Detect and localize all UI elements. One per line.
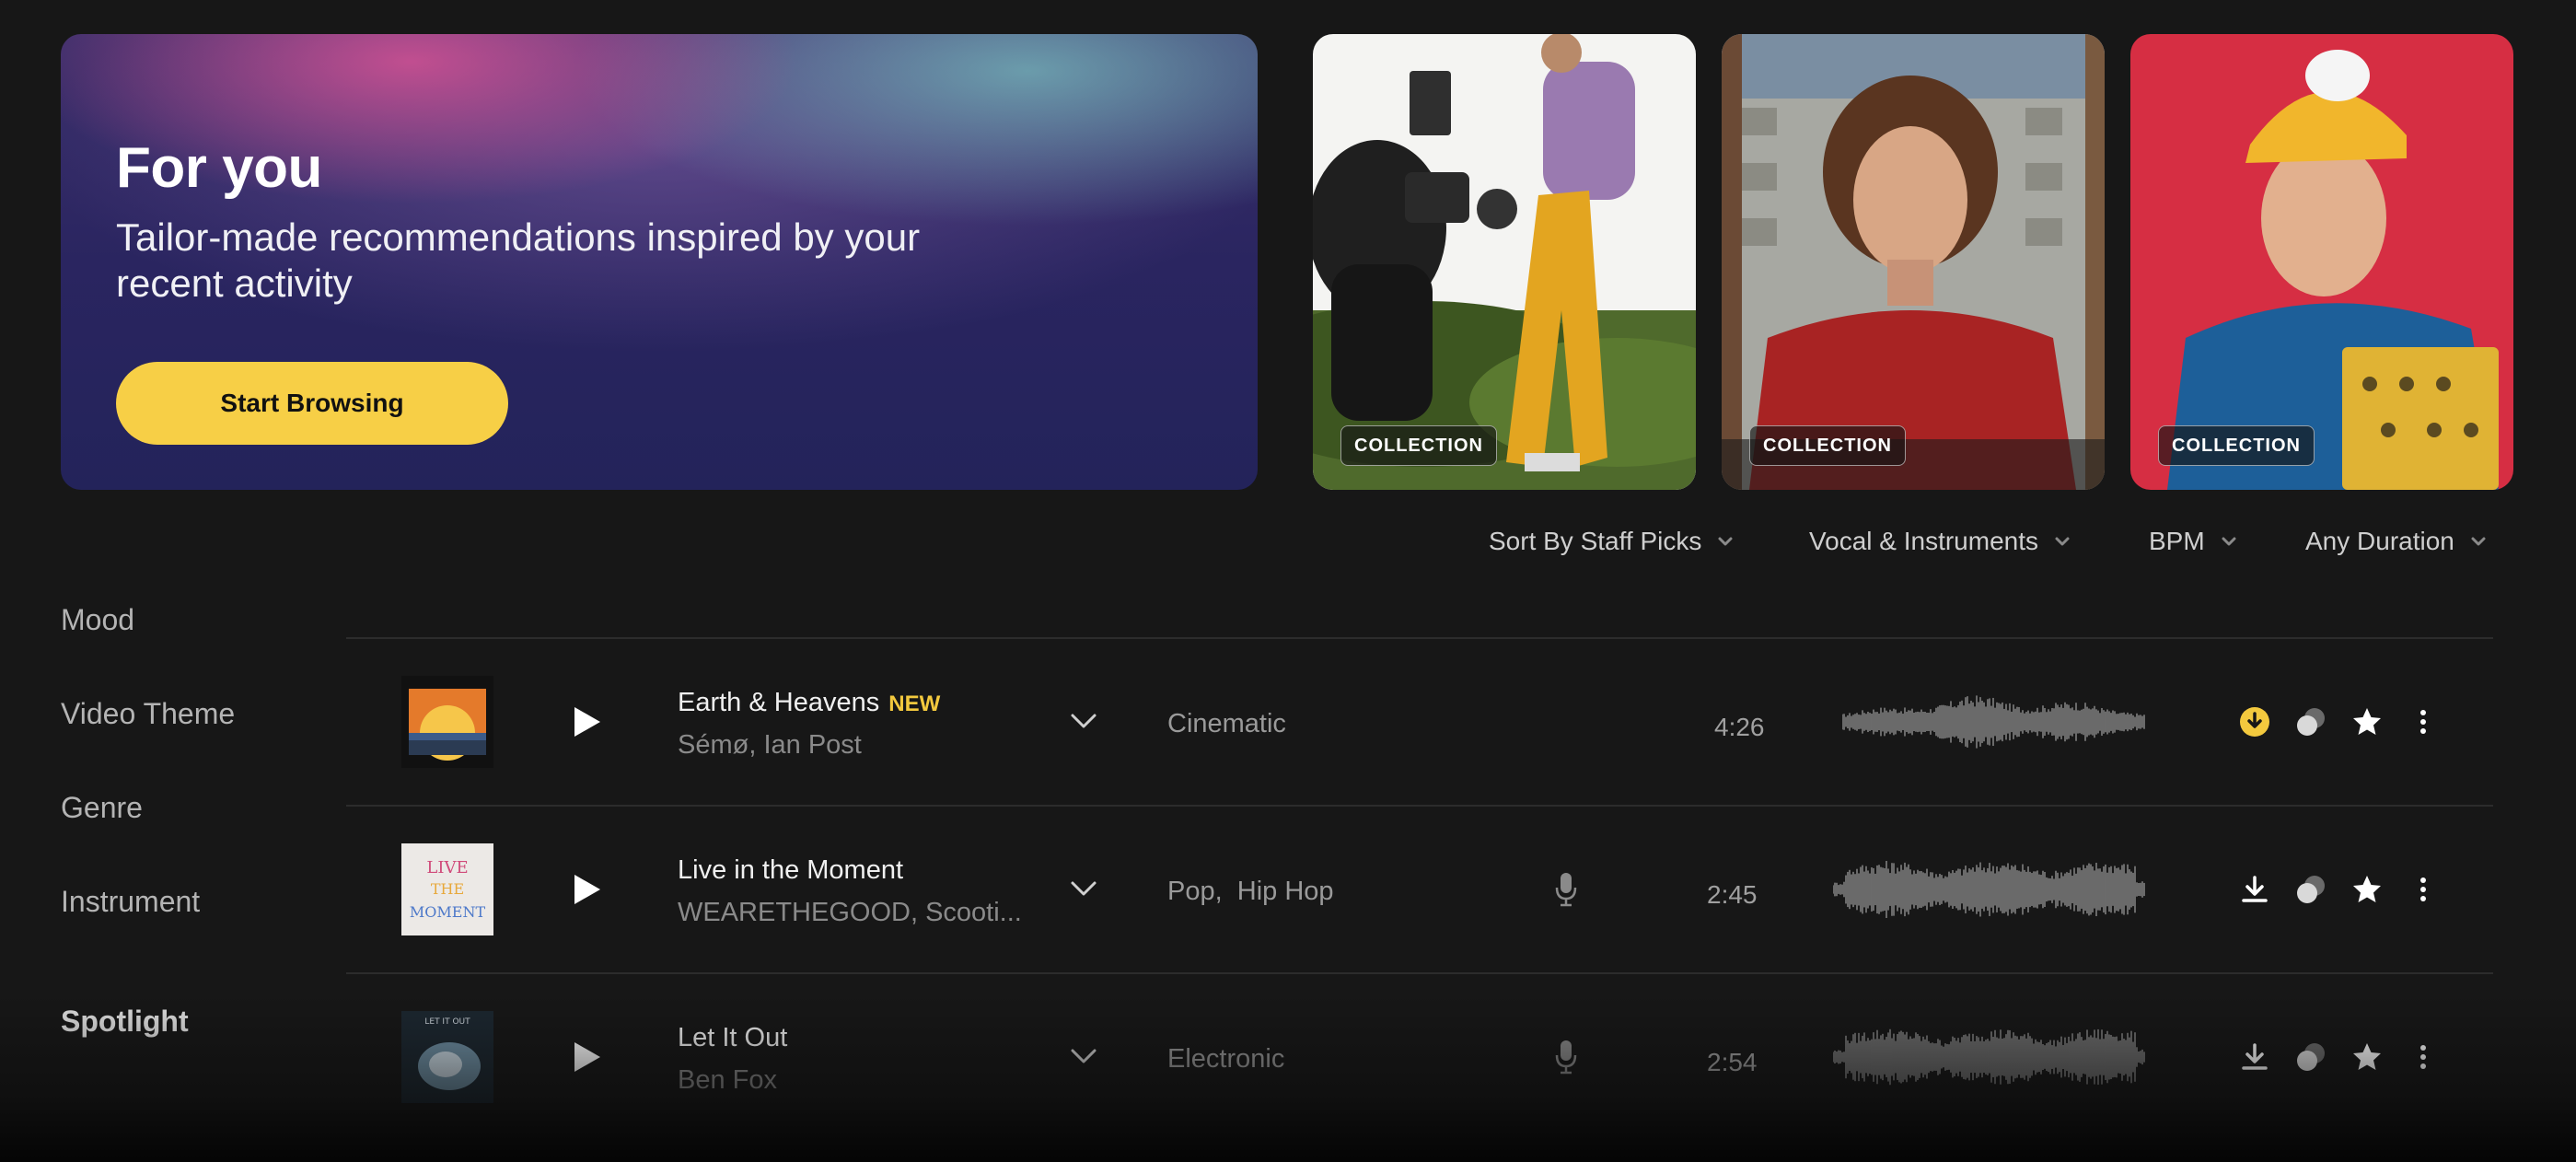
collection-card-1[interactable]: COLLECTION (1313, 34, 1696, 490)
similar-tracks-icon[interactable] (2294, 705, 2327, 738)
play-icon[interactable] (567, 703, 604, 740)
play-icon[interactable] (567, 1039, 604, 1075)
download-icon[interactable] (2238, 873, 2271, 906)
track-duration: 4:26 (1714, 713, 1765, 741)
collection-image-1 (1313, 34, 1696, 490)
new-badge: NEW (888, 691, 941, 716)
more-options-icon[interactable] (2407, 1040, 2440, 1074)
downloaded-icon[interactable] (2238, 705, 2271, 738)
collection-badge: COLLECTION (1340, 425, 1497, 466)
waveform[interactable] (1842, 690, 2146, 754)
track-genres[interactable]: Electronic (1167, 1044, 1284, 1075)
track-duration: 2:45 (1707, 880, 1758, 909)
vocal-instruments-dropdown[interactable]: Vocal & Instruments (1809, 521, 2071, 562)
more-options-icon[interactable] (2407, 705, 2440, 738)
track-genres[interactable]: Pop, Hip Hop (1167, 877, 1334, 907)
hero-title: For you (116, 136, 322, 200)
duration-label: Any Duration (2305, 527, 2454, 555)
chevron-down-icon[interactable] (1070, 1046, 1097, 1066)
sidebar-item-genre[interactable]: Genre (61, 791, 143, 825)
hero-subtitle: Tailor-made recommendations inspired by … (116, 215, 921, 305)
star-icon[interactable] (2350, 873, 2384, 906)
similar-tracks-icon[interactable] (2294, 873, 2327, 906)
sidebar-item-mood[interactable]: Mood (61, 603, 134, 637)
track-row[interactable]: Earth & Heavens NEW Sémø, Ian Post Cinema… (346, 639, 2493, 805)
vocal-instruments-label: Vocal & Instruments (1809, 527, 2039, 555)
microphone-icon (1555, 1040, 1577, 1075)
track-title[interactable]: Earth & Heavens (678, 688, 879, 717)
collection-card-3[interactable]: COLLECTION (2130, 34, 2513, 490)
bpm-dropdown[interactable]: BPM (2149, 521, 2238, 562)
track-artists[interactable]: Ben Fox (678, 1065, 777, 1096)
track-title[interactable]: Live in the Moment (678, 855, 903, 885)
track-cover: LIVE THE MOMENT (401, 843, 493, 935)
hero-banner: For you Tailor-made recommendations insp… (61, 34, 1258, 490)
track-cover (401, 676, 493, 768)
waveform[interactable] (1833, 857, 2146, 922)
collection-badge: COLLECTION (1749, 425, 1906, 466)
chevron-down-icon (2471, 537, 2486, 546)
svg-text:LIVE: LIVE (426, 858, 468, 877)
sidebar-item-instrument[interactable]: Instrument (61, 885, 200, 919)
track-title[interactable]: Let It Out (678, 1023, 787, 1052)
chevron-down-icon (1718, 537, 1733, 546)
duration-dropdown[interactable]: Any Duration (2305, 521, 2488, 562)
svg-text:LET IT OUT: LET IT OUT (424, 1017, 470, 1027)
microphone-icon (1555, 873, 1577, 907)
collection-badge: COLLECTION (2158, 425, 2315, 466)
track-duration: 2:54 (1707, 1048, 1758, 1076)
track-artists[interactable]: Sémø, Ian Post (678, 730, 862, 761)
track-row[interactable]: LIVE THE MOMENT Live in the Moment WEARE… (346, 807, 2493, 972)
collection-image-3 (2130, 34, 2513, 490)
track-row[interactable]: LET IT OUT Let It Out Ben Fox Electronic… (346, 974, 2493, 1140)
collection-image-2 (1722, 34, 2105, 490)
track-artists[interactable]: WEARETHEGOOD, Scooti... (678, 898, 1022, 928)
sort-dropdown[interactable]: Sort By Staff Picks (1489, 521, 1735, 562)
chevron-down-icon (2055, 537, 2070, 546)
start-browsing-button[interactable]: Start Browsing (116, 362, 508, 445)
download-icon[interactable] (2238, 1040, 2271, 1074)
waveform[interactable] (1833, 1025, 2146, 1089)
play-icon[interactable] (567, 871, 604, 908)
similar-tracks-icon[interactable] (2294, 1040, 2327, 1074)
sidebar-item-video-theme[interactable]: Video Theme (61, 697, 235, 731)
sidebar-item-spotlight[interactable]: Spotlight (61, 1005, 189, 1039)
svg-text:THE: THE (431, 880, 464, 898)
chevron-down-icon (2222, 537, 2236, 546)
chevron-down-icon[interactable] (1070, 878, 1097, 899)
track-genres[interactable]: Cinematic (1167, 709, 1286, 739)
track-cover: LET IT OUT (401, 1011, 493, 1103)
collection-card-2[interactable]: COLLECTION (1722, 34, 2105, 490)
svg-text:MOMENT: MOMENT (410, 903, 486, 921)
more-options-icon[interactable] (2407, 873, 2440, 906)
chevron-down-icon[interactable] (1070, 711, 1097, 731)
star-icon[interactable] (2350, 705, 2384, 738)
bpm-label: BPM (2149, 527, 2205, 555)
sort-dropdown-label: Sort By Staff Picks (1489, 527, 1702, 555)
star-icon[interactable] (2350, 1040, 2384, 1074)
